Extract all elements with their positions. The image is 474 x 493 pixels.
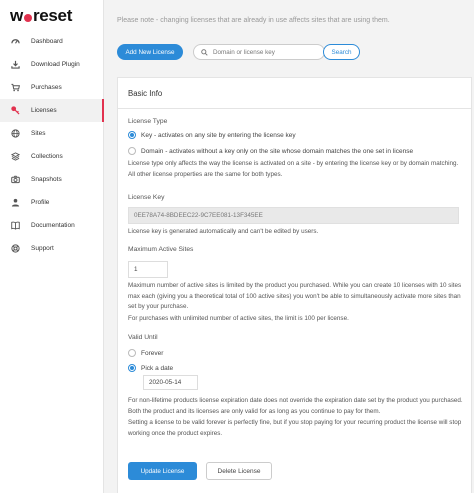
stack-icon xyxy=(10,152,20,162)
lifebuoy-icon xyxy=(10,244,20,254)
sidebar: w reset Dashboard Download Plugin Purchas… xyxy=(0,0,104,493)
sidebar-item-label: Profile xyxy=(31,199,50,206)
update-license-button[interactable]: Update License xyxy=(128,462,197,480)
radio-domain[interactable] xyxy=(128,147,136,155)
main-content: Please note - changing licenses that are… xyxy=(104,0,474,493)
valid-pick-date-option[interactable]: Pick a date xyxy=(128,364,173,372)
sidebar-item-label: Documentation xyxy=(31,222,75,229)
logo-dot xyxy=(23,14,32,22)
gauge-icon xyxy=(10,37,20,47)
license-type-help: License type only affects the way the li… xyxy=(128,160,459,178)
search-icon xyxy=(201,48,208,56)
basic-info-card: Basic Info License Type Key - activates … xyxy=(117,77,472,493)
license-type-domain-option[interactable]: Domain - activates without a key only on… xyxy=(128,147,413,155)
delete-license-button[interactable]: Delete License xyxy=(206,462,272,480)
license-type-key-option[interactable]: Key - activates on any site by entering … xyxy=(128,131,296,139)
license-key-field[interactable] xyxy=(128,207,459,224)
valid-until-date-field[interactable] xyxy=(143,375,198,390)
sidebar-item-label: Collections xyxy=(31,153,63,160)
sidebar-item-download-plugin[interactable]: Download Plugin xyxy=(0,53,104,76)
sidebar-item-collections[interactable]: Collections xyxy=(0,145,104,168)
valid-forever-option[interactable]: Forever xyxy=(128,349,163,357)
book-icon xyxy=(10,221,20,231)
max-sites-help: Maximum number of active sites is limite… xyxy=(128,282,462,310)
license-type-label: License Type xyxy=(128,118,168,125)
radio-forever[interactable] xyxy=(128,349,136,357)
sidebar-item-sites[interactable]: Sites xyxy=(0,122,104,145)
max-sites-field[interactable] xyxy=(128,261,168,278)
max-sites-label: Maximum Active Sites xyxy=(128,246,194,253)
add-new-license-button[interactable]: Add New License xyxy=(117,44,183,60)
sidebar-item-purchases[interactable]: Purchases xyxy=(0,76,104,99)
search-button[interactable]: Search xyxy=(323,44,360,60)
sidebar-item-documentation[interactable]: Documentation xyxy=(0,214,104,237)
user-icon xyxy=(10,198,20,208)
wpreset-logo[interactable]: w reset xyxy=(10,5,72,27)
sidebar-item-label: Dashboard xyxy=(31,38,63,45)
license-search-box xyxy=(193,44,325,60)
licenses-notice: Please note - changing licenses that are… xyxy=(117,17,390,24)
sidebar-item-label: Sites xyxy=(31,130,46,137)
radio-pick-date[interactable] xyxy=(128,364,136,372)
valid-until-label: Valid Until xyxy=(128,334,158,341)
radio-key[interactable] xyxy=(128,131,136,139)
sidebar-item-label: Licenses xyxy=(31,107,57,114)
key-icon xyxy=(10,106,20,116)
sidebar-nav: Dashboard Download Plugin Purchases Lice… xyxy=(0,30,104,260)
card-title: Basic Info xyxy=(118,78,471,109)
license-search-input[interactable] xyxy=(213,48,313,56)
sidebar-item-label: Snapshots xyxy=(31,176,62,183)
valid-until-help: For non-lifetime products license expira… xyxy=(128,397,463,415)
globe-icon xyxy=(10,129,20,139)
max-sites-help-unlimited: For purchases with unlimited number of a… xyxy=(128,315,349,322)
valid-until-forever-help: Setting a license to be valid forever is… xyxy=(128,419,462,437)
sidebar-item-snapshots[interactable]: Snapshots xyxy=(0,168,104,191)
sidebar-item-label: Download Plugin xyxy=(31,61,80,68)
sidebar-item-label: Support xyxy=(31,245,54,252)
camera-icon xyxy=(10,175,20,185)
license-key-label: License Key xyxy=(128,194,165,201)
license-key-help: License key is generated automatically a… xyxy=(128,228,319,235)
download-icon xyxy=(10,60,20,70)
sidebar-item-support[interactable]: Support xyxy=(0,237,104,260)
cart-icon xyxy=(10,83,20,93)
sidebar-item-dashboard[interactable]: Dashboard xyxy=(0,30,104,53)
sidebar-item-label: Purchases xyxy=(31,84,62,91)
sidebar-item-licenses[interactable]: Licenses xyxy=(0,99,104,122)
sidebar-item-profile[interactable]: Profile xyxy=(0,191,104,214)
